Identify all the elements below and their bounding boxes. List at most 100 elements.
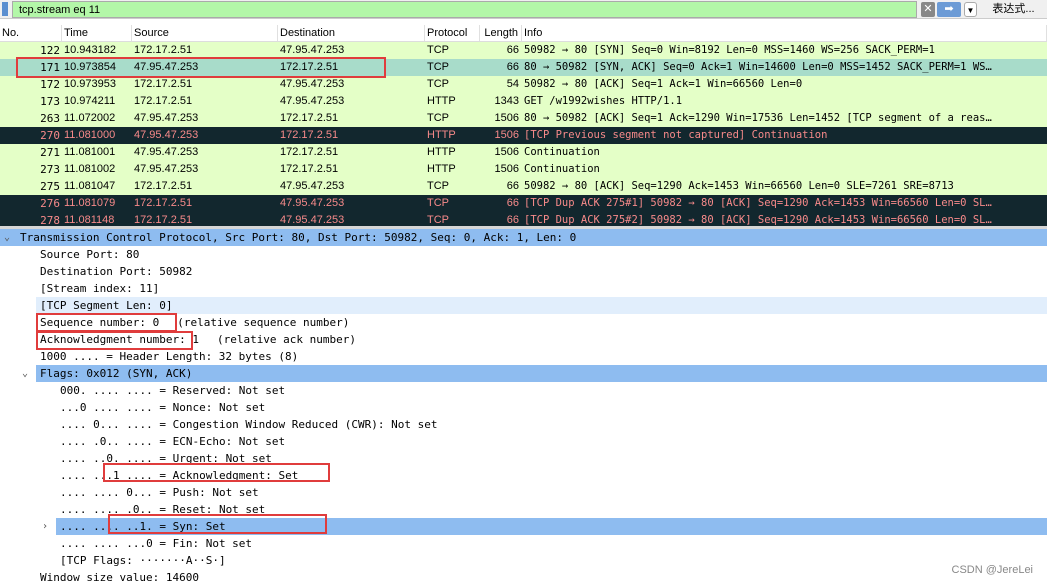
detail-item[interactable]: ⌄ Transmission Control Protocol, Src Port… — [0, 229, 1047, 246]
detail-suffix: (relative sequence number) — [177, 316, 350, 329]
packet-proto: TCP — [427, 61, 449, 73]
apply-filter-button[interactable]: ➡ — [937, 2, 961, 17]
detail-text: .... .... 0... = Push: Not set — [60, 486, 259, 499]
packet-len: 1506 — [494, 129, 519, 141]
packet-proto: HTTP — [427, 129, 456, 141]
detail-text: Sequence number: 0 — [40, 316, 160, 329]
detail-item[interactable]: .... .... .0.. = Reset: Not set — [0, 501, 1047, 518]
detail-text: .... ..0. .... = Urgent: Not set — [60, 452, 272, 465]
packet-row[interactable]: 172 10.973953 172.17.2.51 47.95.47.253 TCP 54… — [0, 76, 1047, 93]
column-header[interactable]: Destination — [278, 25, 425, 41]
detail-text: Transmission Control Protocol, Src Port:… — [20, 231, 577, 244]
column-header[interactable]: Time — [62, 25, 132, 41]
packet-dst: 47.95.47.253 — [280, 197, 345, 209]
packet-time: 11.081000 — [64, 129, 116, 141]
packet-info: 50982 → 80 [ACK] Seq=1 Ack=1 Win=66560 L… — [524, 78, 803, 90]
packet-no: 173 — [40, 95, 60, 108]
packet-no: 270 — [40, 129, 60, 142]
packet-row[interactable]: 263 11.072002 47.95.47.253 172.17.2.51 TCP 15… — [0, 110, 1047, 127]
packet-src: 172.17.2.51 — [134, 78, 193, 90]
packet-no: 122 — [40, 44, 60, 57]
column-header[interactable]: Source — [132, 25, 278, 41]
detail-item[interactable]: Window size value: 14600 — [0, 569, 1047, 586]
detail-text: .... .0.. .... = ECN-Echo: Not set — [60, 435, 286, 448]
packet-time: 11.081002 — [64, 163, 116, 175]
detail-item[interactable]: ⌄ Flags: 0x012 (SYN, ACK) — [22, 365, 1047, 382]
packet-row[interactable]: 276 11.081079 172.17.2.51 47.95.47.253 TCP 66… — [0, 195, 1047, 212]
detail-item[interactable]: .... ..0. .... = Urgent: Not set — [0, 450, 1047, 467]
detail-text: Source Port: 80 — [40, 248, 140, 261]
packet-dst: 172.17.2.51 — [280, 112, 339, 124]
packet-details-tree: ⌄ Transmission Control Protocol, Src Port… — [0, 229, 1047, 586]
packet-proto: TCP — [427, 44, 449, 56]
packet-src: 47.95.47.253 — [134, 146, 199, 158]
column-header[interactable]: Info — [522, 25, 1047, 41]
packet-row[interactable]: 275 11.081047 172.17.2.51 47.95.47.253 TCP 66… — [0, 178, 1047, 195]
packet-row[interactable]: 278 11.081148 172.17.2.51 47.95.47.253 TCP 66… — [0, 212, 1047, 226]
display-filter-input[interactable] — [12, 1, 917, 18]
packet-time: 11.072002 — [64, 112, 116, 124]
packet-len: 1506 — [494, 146, 519, 158]
column-header[interactable]: Protocol — [425, 25, 480, 41]
detail-item[interactable]: ...0 .... .... = Nonce: Not set — [0, 399, 1047, 416]
packet-time: 10.973854 — [64, 61, 116, 73]
packet-no: 263 — [40, 112, 60, 125]
packet-src: 172.17.2.51 — [134, 180, 193, 192]
detail-item[interactable]: 1000 .... = Header Length: 32 bytes (8) — [0, 348, 1047, 365]
packet-info: 80 → 50982 [SYN, ACK] Seq=0 Ack=1 Win=14… — [524, 61, 992, 73]
packet-row[interactable]: 171 10.973854 47.95.47.253 172.17.2.51 TCP 66… — [0, 59, 1047, 76]
packet-info: 50982 → 80 [SYN] Seq=0 Win=8192 Len=0 MS… — [524, 44, 935, 56]
packet-row[interactable]: 173 10.974211 172.17.2.51 47.95.47.253 HTTP 1… — [0, 93, 1047, 110]
detail-item[interactable]: .... .... 0... = Push: Not set — [0, 484, 1047, 501]
bookmark-icon[interactable] — [2, 2, 8, 16]
detail-item[interactable]: [TCP Flags: ·······A··S·] — [0, 552, 1047, 569]
collapse-arrow-icon[interactable]: ⌄ — [22, 365, 28, 382]
column-header[interactable]: Length — [480, 25, 522, 41]
expand-arrow-icon[interactable]: › — [42, 518, 48, 535]
detail-text: 000. .... .... = Reserved: Not set — [60, 384, 286, 397]
packet-no: 276 — [40, 197, 60, 210]
packet-proto: TCP — [427, 78, 449, 90]
detail-suffix: (relative ack number) — [216, 333, 357, 346]
detail-item[interactable]: › .... .... ..1. = Syn: Set — [42, 518, 1047, 535]
packet-src: 172.17.2.51 — [134, 214, 193, 226]
clear-filter-button[interactable]: ✕ — [921, 2, 935, 17]
detail-item[interactable]: Sequence number: 0 (relative sequence num… — [0, 314, 1047, 331]
display-filter-bar: ✕ ➡ ▼ 表达式... — [0, 0, 1047, 19]
filter-history-dropdown[interactable]: ▼ — [964, 2, 977, 17]
packet-dst: 47.95.47.253 — [280, 180, 345, 192]
detail-item[interactable]: Destination Port: 50982 — [0, 263, 1047, 280]
packet-src: 47.95.47.253 — [134, 163, 199, 175]
packet-no: 271 — [40, 146, 60, 159]
expression-button[interactable]: 表达式... — [986, 2, 1041, 17]
packet-info: GET /w1992wishes HTTP/1.1 — [524, 95, 683, 107]
detail-item[interactable]: [Stream index: 11] — [0, 280, 1047, 297]
detail-text: Acknowledgment number: 1 — [40, 333, 199, 346]
detail-item[interactable]: .... .... ...0 = Fin: Not set — [0, 535, 1047, 552]
collapse-arrow-icon[interactable]: ⌄ — [4, 229, 10, 246]
detail-item[interactable]: Source Port: 80 — [0, 246, 1047, 263]
detail-item[interactable]: .... ...1 .... = Acknowledgment: Set — [0, 467, 1047, 484]
packet-proto: HTTP — [427, 163, 456, 175]
packet-row[interactable]: 270 11.081000 47.95.47.253 172.17.2.51 HTTP 1… — [0, 127, 1047, 144]
packet-proto: TCP — [427, 197, 449, 209]
packet-src: 172.17.2.51 — [134, 44, 193, 56]
packet-row[interactable]: 122 10.943182 172.17.2.51 47.95.47.253 TCP 66… — [0, 42, 1047, 59]
detail-item[interactable]: 000. .... .... = Reserved: Not set — [0, 382, 1047, 399]
packet-src: 172.17.2.51 — [134, 197, 193, 209]
packet-dst: 172.17.2.51 — [280, 163, 339, 175]
detail-item[interactable]: [TCP Segment Len: 0] — [36, 297, 1047, 314]
packet-dst: 47.95.47.253 — [280, 95, 345, 107]
packet-row[interactable]: 273 11.081002 47.95.47.253 172.17.2.51 HTTP 1… — [0, 161, 1047, 178]
packet-dst: 172.17.2.51 — [280, 146, 339, 158]
packet-row[interactable]: 271 11.081001 47.95.47.253 172.17.2.51 HTTP 1… — [0, 144, 1047, 161]
detail-item[interactable]: .... 0... .... = Congestion Window Reduc… — [0, 416, 1047, 433]
packet-len: 1506 — [494, 112, 519, 124]
detail-item[interactable]: Acknowledgment number: 1 (relative ack nu… — [0, 331, 1047, 348]
detail-item[interactable]: .... .0.. .... = ECN-Echo: Not set — [0, 433, 1047, 450]
packet-proto: TCP — [427, 112, 449, 124]
packet-len: 1343 — [494, 95, 519, 107]
detail-text: .... .... ..1. = Syn: Set — [60, 520, 226, 533]
column-header[interactable]: No. — [0, 25, 62, 41]
packet-len: 66 — [506, 214, 519, 226]
